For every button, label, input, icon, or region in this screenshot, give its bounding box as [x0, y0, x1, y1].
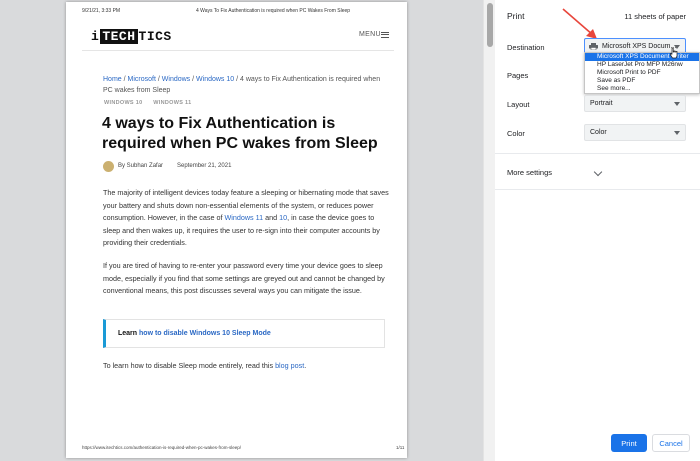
page-header-title: 4 Ways To Fix Authentication is required… [196, 8, 351, 14]
panel-title: Print [507, 11, 525, 21]
breadcrumb-windows: Windows [161, 76, 191, 83]
dropdown-option-xps[interactable]: Microsoft XPS Document Writer [585, 53, 699, 61]
sheet-count: 11 sheets of paper [624, 12, 686, 21]
tag-windows11: WINDOWS 11 [153, 100, 192, 106]
callout-link: how to disable Windows 10 Sleep Mode [139, 330, 271, 337]
preview-scrollbar[interactable] [483, 0, 495, 461]
site-menu-label: MENU [359, 31, 381, 38]
hamburger-menu-icon [381, 30, 389, 39]
chevron-down-icon [593, 167, 603, 177]
scrollbar-thumb[interactable] [487, 3, 493, 47]
link-windows-11: Windows 11 [224, 213, 264, 222]
tag-windows10: WINDOWS 10 [104, 100, 143, 106]
article-tags: WINDOWS 10 WINDOWS 11 [104, 100, 200, 106]
page-footer-number: 1/11 [396, 445, 405, 450]
page-footer-url: https://www.itechtics.com/authentication… [82, 445, 242, 450]
layout-value: Portrait [590, 100, 613, 107]
destination-label: Destination [507, 43, 545, 52]
destination-value: Microsoft XPS Docum... [602, 43, 677, 50]
printer-icon [589, 43, 598, 50]
publish-date: September 21, 2021 [177, 163, 232, 169]
breadcrumb-windows10: Windows 10 [196, 76, 235, 83]
chevron-down-icon [674, 131, 680, 135]
dropdown-option-print-to-pdf[interactable]: Microsoft Print to PDF [585, 69, 699, 77]
chevron-down-icon [674, 102, 680, 106]
destination-dropdown: Microsoft XPS Document Writer HP LaserJe… [584, 52, 700, 94]
link-blog-post: blog post [275, 361, 305, 370]
page-header-date: 9/21/21, 3:33 PM [82, 8, 121, 14]
dropdown-option-hp[interactable]: HP LaserJet Pro MFP M26nw [585, 61, 699, 69]
print-settings-panel: Print 11 sheets of paper Destination Mic… [495, 0, 700, 461]
article-paragraph-3: To learn how to disable Sleep mode entir… [103, 361, 307, 370]
header-divider [82, 50, 394, 51]
preview-page: 9/21/21, 3:33 PM 4 Ways To Fix Authentic… [66, 2, 407, 458]
breadcrumb-microsoft: Microsoft [127, 76, 156, 83]
color-value: Color [590, 129, 607, 136]
author-line: By Subhan Zafar September 21, 2021 [118, 163, 231, 169]
dropdown-option-see-more[interactable]: See more... [585, 85, 699, 93]
article-title: 4 ways to Fix Authentication is required… [102, 115, 378, 152]
layout-label: Layout [507, 100, 530, 109]
article-paragraph-2: If you are tired of having to re-enter y… [103, 261, 385, 295]
callout-box: Learn how to disable Windows 10 Sleep Mo… [103, 319, 385, 348]
dropdown-option-save-as-pdf[interactable]: Save as PDF [585, 77, 699, 85]
author-name: By Subhan Zafar [118, 163, 164, 169]
breadcrumb: Home / Microsoft / Windows / Windows 10 … [103, 76, 381, 94]
more-settings-row[interactable]: More settings [495, 153, 700, 190]
print-preview-area: 9/21/21, 3:33 PM 4 Ways To Fix Authentic… [0, 0, 483, 461]
cancel-button[interactable]: Cancel [652, 434, 690, 452]
more-settings-label: More settings [507, 168, 553, 177]
print-button[interactable]: Print [611, 434, 647, 452]
author-avatar [103, 161, 114, 172]
hand-cursor-icon [670, 47, 678, 59]
breadcrumb-home: Home [103, 76, 122, 83]
link-windows-10: 10 [279, 213, 288, 222]
article-paragraph-1: The majority of intelligent devices toda… [103, 188, 389, 247]
layout-select[interactable]: Portrait [584, 95, 686, 112]
color-select[interactable]: Color [584, 124, 686, 141]
site-logo: i TECH TICS [91, 29, 172, 44]
pages-label: Pages [507, 71, 529, 80]
color-label: Color [507, 129, 525, 138]
